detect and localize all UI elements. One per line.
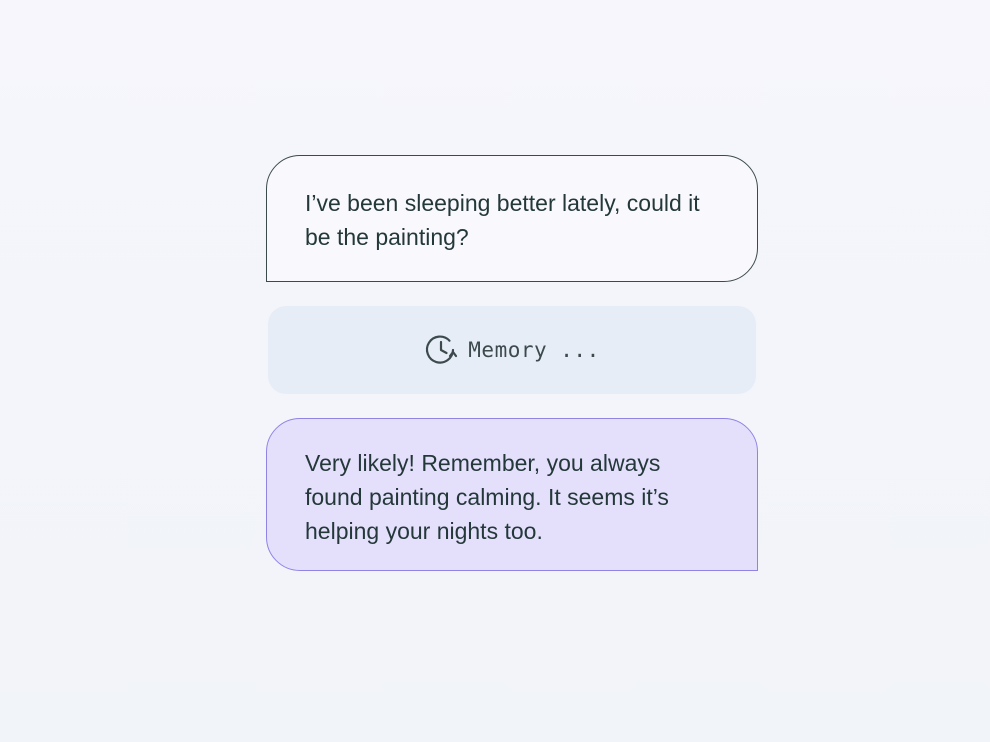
assistant-message-bubble: Very likely! Remember, you always found … xyxy=(266,418,758,571)
assistant-message-text: Very likely! Remember, you always found … xyxy=(305,450,669,544)
user-message-text: I’ve been sleeping better lately, could … xyxy=(305,190,700,250)
user-message-bubble: I’ve been sleeping better lately, could … xyxy=(266,155,758,282)
history-icon xyxy=(424,333,458,367)
memory-status-bar: Memory ... xyxy=(268,306,756,394)
chat-thread: I’ve been sleeping better lately, could … xyxy=(266,155,758,571)
memory-status-label: Memory ... xyxy=(468,338,600,362)
